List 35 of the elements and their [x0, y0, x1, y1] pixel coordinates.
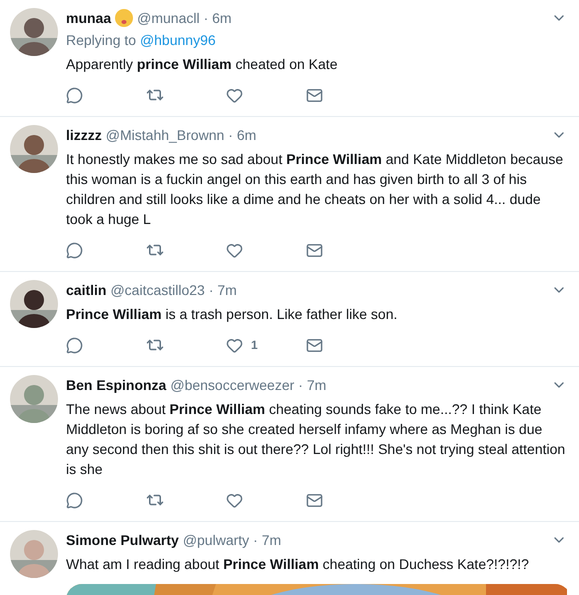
display-name[interactable]: Ben Espinonza	[66, 375, 166, 395]
tweet-text: Prince William is a trash person. Like father like son.	[66, 305, 398, 324]
display-name[interactable]: Simone Pulwarty	[66, 530, 179, 550]
mention-link[interactable]: @hbunny96	[140, 32, 216, 48]
reply-icon[interactable]	[66, 492, 83, 508]
user-handle[interactable]: @pulwarty	[182, 530, 250, 550]
message-icon[interactable]	[306, 336, 323, 354]
like-icon[interactable]	[226, 86, 243, 104]
display-name[interactable]: caitlin	[66, 280, 106, 300]
user-handle[interactable]: @caitcastillo23	[110, 280, 205, 300]
message-icon[interactable]	[306, 86, 323, 104]
like-icon[interactable]	[226, 336, 243, 354]
timestamp[interactable]: · 6m	[204, 8, 232, 28]
tweet-text: What am I reading about Prince William cheating on Duchess Kate?!?!?!?	[66, 555, 530, 574]
user-handle[interactable]: @Mistahh_Brownn	[106, 125, 224, 145]
display-name[interactable]: munaa	[66, 8, 112, 28]
like-count: 1	[251, 337, 258, 354]
message-icon[interactable]	[306, 492, 323, 508]
timestamp[interactable]: · 7m	[253, 530, 282, 550]
timestamp[interactable]: · 6m	[228, 125, 256, 145]
like-icon[interactable]	[226, 492, 243, 508]
tweet-text: It honestly makes me so sad about Prince William and Kate Middleton because this woman is a fuckin angel on this earth and has given birth to all 3 of his children and still looks like a dime and he cheats on her with a solid 4... dude took a huge L	[66, 150, 564, 229]
reply-context: Replying to	[66, 32, 136, 48]
reply-icon[interactable]	[66, 86, 83, 104]
tweet-text: The news about Prince William cheating sounds fake to me...?? I think Kate Middleton is boring af so she created herself infamy where as Meghan is due any second then this shit is out there?? Lol right!!! She's not trying steal attention is she	[66, 400, 566, 479]
timestamp[interactable]: · 7m	[298, 375, 326, 395]
message-icon[interactable]	[306, 242, 323, 258]
user-handle[interactable]: @munacll	[137, 8, 200, 28]
reply-icon[interactable]	[66, 242, 83, 258]
user-handle[interactable]: @bensoccerweezer	[170, 375, 294, 395]
like-icon[interactable]	[226, 242, 243, 258]
tweet-text: Apparently prince William cheated on Kate	[66, 55, 338, 74]
timestamp[interactable]: · 7m	[208, 280, 237, 300]
display-name[interactable]: lizzzz	[66, 125, 102, 145]
reply-icon[interactable]	[66, 336, 83, 354]
